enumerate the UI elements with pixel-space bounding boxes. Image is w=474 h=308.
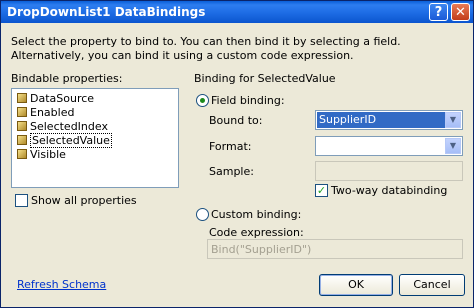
property-icon	[17, 149, 27, 159]
bound-to-label: Bound to:	[209, 114, 263, 127]
show-all-properties-label: Show all properties	[31, 194, 137, 207]
list-item-label: SelectedValue	[30, 133, 112, 148]
two-way-databinding-checkbox[interactable]: ✓	[315, 184, 328, 197]
list-item-label: Visible	[30, 148, 66, 161]
ok-button[interactable]: OK	[319, 274, 393, 296]
format-value	[317, 138, 319, 154]
cancel-button-label: Cancel	[413, 278, 451, 291]
chevron-down-icon[interactable]: ▼	[445, 138, 461, 154]
ok-button-label: OK	[348, 278, 364, 291]
chevron-down-icon[interactable]: ▼	[445, 112, 461, 128]
databindings-dialog: DropDownList1 DataBindings ? ✕ Select th…	[0, 0, 474, 308]
window-title: DropDownList1 DataBindings	[7, 5, 206, 19]
list-item-label: SelectedIndex	[30, 120, 108, 133]
instructions-text: Select the property to bind to. You can …	[11, 35, 401, 62]
binding-group-label: Binding for SelectedValue	[194, 72, 336, 85]
help-button[interactable]: ?	[429, 3, 448, 21]
two-way-databinding-label: Two-way databinding	[331, 184, 448, 197]
cancel-button[interactable]: Cancel	[399, 274, 465, 296]
help-icon: ?	[434, 5, 443, 20]
refresh-schema-link[interactable]: Refresh Schema	[17, 278, 106, 291]
custom-binding-label: Custom binding:	[211, 208, 302, 221]
list-item-selected[interactable]: SelectedValue	[17, 133, 112, 148]
sample-label: Sample:	[209, 165, 254, 178]
property-icon	[17, 121, 27, 131]
list-item[interactable]: DataSource	[17, 92, 94, 105]
bound-to-dropdown[interactable]: SupplierID ▼	[315, 110, 463, 130]
sample-field	[315, 161, 463, 181]
property-icon	[17, 93, 27, 103]
format-dropdown[interactable]: ▼	[315, 136, 463, 156]
list-item[interactable]: SelectedIndex	[17, 120, 108, 133]
bindable-properties-list[interactable]: DataSource Enabled SelectedIndex Selecte…	[11, 88, 179, 188]
title-bar[interactable]: DropDownList1 DataBindings ? ✕	[1, 1, 473, 23]
format-label: Format:	[209, 140, 252, 153]
list-item[interactable]: Enabled	[17, 106, 74, 119]
close-button[interactable]: ✕	[451, 3, 470, 21]
list-item[interactable]: Visible	[17, 148, 66, 161]
property-icon	[17, 135, 27, 145]
custom-binding-radio[interactable]	[196, 208, 209, 221]
code-expression-value: Bind("SupplierID")	[211, 243, 312, 256]
property-icon	[17, 107, 27, 117]
bindable-properties-label: Bindable properties:	[11, 72, 123, 85]
list-item-label: Enabled	[30, 106, 75, 119]
field-binding-radio[interactable]	[196, 94, 209, 107]
close-icon: ✕	[455, 5, 466, 20]
bound-to-value: SupplierID	[317, 112, 445, 128]
show-all-properties-checkbox[interactable]	[15, 194, 28, 207]
field-binding-label: Field binding:	[211, 94, 285, 107]
list-item-label: DataSource	[30, 92, 95, 105]
code-expression-label: Code expression:	[209, 226, 304, 239]
code-expression-field: Bind("SupplierID")	[207, 239, 463, 259]
